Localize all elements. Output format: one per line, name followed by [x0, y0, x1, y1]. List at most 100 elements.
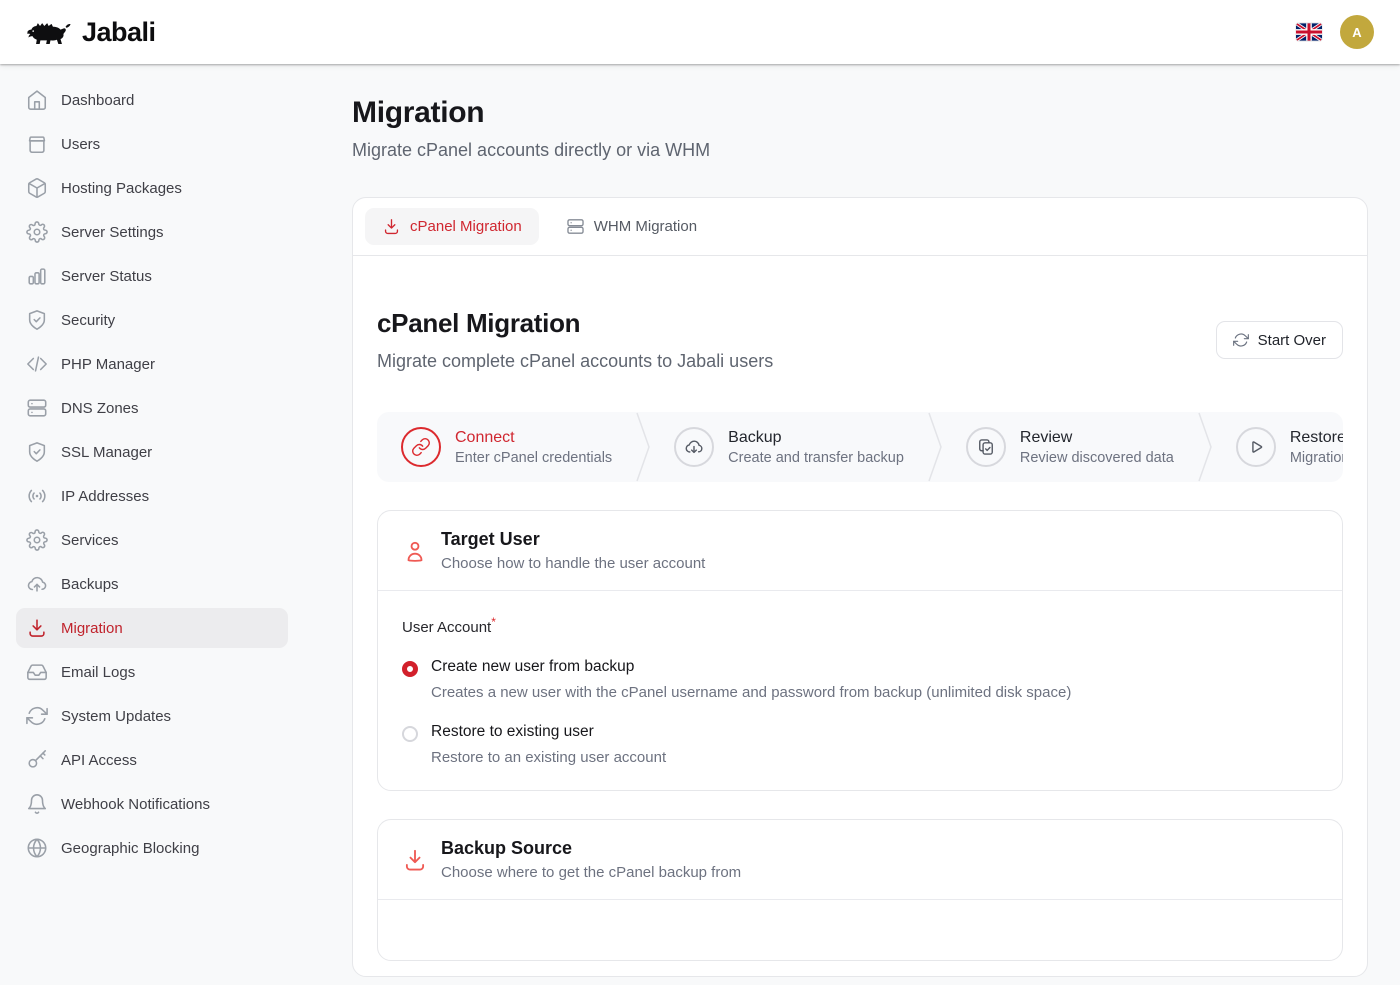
sidebar-item-label: Email Logs	[61, 664, 135, 681]
home-icon	[26, 89, 48, 111]
card-title: Target User	[441, 529, 705, 550]
gear-icon	[26, 221, 48, 243]
step-subtitle: Enter cPanel credentials	[455, 450, 612, 466]
sidebar-item-label: Security	[61, 312, 115, 329]
sidebar-item-php-manager[interactable]: PHP Manager	[16, 344, 288, 384]
package-icon	[26, 177, 48, 199]
step-title: Backup	[728, 429, 904, 447]
radio-label: Create new user from backup	[431, 658, 1071, 676]
download-icon	[382, 217, 401, 236]
tab-whm-migration[interactable]: WHM Migration	[549, 208, 714, 245]
sidebar-item-label: System Updates	[61, 708, 171, 725]
refresh-icon	[26, 705, 48, 727]
sidebar-item-system-updates[interactable]: System Updates	[16, 696, 288, 736]
bar-chart-icon	[26, 265, 48, 287]
sidebar-item-security[interactable]: Security	[16, 300, 288, 340]
card-subtitle: Choose where to get the cPanel backup fr…	[441, 864, 741, 881]
page-title: Migration	[352, 96, 1368, 130]
radio-waves-icon	[26, 485, 48, 507]
sidebar-item-hosting-packages[interactable]: Hosting Packages	[16, 168, 288, 208]
step-title: Restore	[1290, 429, 1343, 447]
sidebar-item-label: Server Settings	[61, 224, 164, 241]
sidebar-nav: Dashboard Users Hosting Packages Server …	[0, 64, 304, 900]
radio-button-selected[interactable]	[402, 661, 418, 677]
step-subtitle: Create and transfer backup	[728, 450, 904, 466]
sidebar-item-label: Migration	[61, 620, 123, 637]
globe-icon	[26, 837, 48, 859]
step-connect: Connect Enter cPanel credentials	[377, 412, 636, 482]
sidebar-item-label: Geographic Blocking	[61, 840, 199, 857]
start-over-button[interactable]: Start Over	[1216, 321, 1343, 359]
bell-icon	[26, 793, 48, 815]
start-over-label: Start Over	[1258, 332, 1326, 349]
play-icon	[1246, 437, 1266, 457]
cloud-download-icon	[684, 437, 704, 457]
sidebar-item-dns-zones[interactable]: DNS Zones	[16, 388, 288, 428]
sidebar-item-label: IP Addresses	[61, 488, 149, 505]
download-icon	[26, 617, 48, 639]
shield-check-icon	[26, 309, 48, 331]
backup-source-card: Backup Source Choose where to get the cP…	[377, 819, 1343, 961]
brand-name: Jabali	[82, 17, 156, 48]
radio-restore-existing-user[interactable]: Restore to existing user Restore to an e…	[402, 723, 1318, 766]
boar-logo-icon	[26, 17, 72, 48]
sidebar-item-email-logs[interactable]: Email Logs	[16, 652, 288, 692]
step-circle	[401, 427, 441, 467]
sidebar-item-label: DNS Zones	[61, 400, 139, 417]
link-icon	[411, 437, 431, 457]
step-title: Review	[1020, 429, 1174, 447]
sidebar-item-label: API Access	[61, 752, 137, 769]
sidebar-item-dashboard[interactable]: Dashboard	[16, 80, 288, 120]
sidebar-item-label: Hosting Packages	[61, 180, 182, 197]
step-backup: Backup Create and transfer backup	[650, 412, 928, 482]
card-title: Backup Source	[441, 838, 741, 859]
sidebar-item-label: SSL Manager	[61, 444, 152, 461]
page-subtitle: Migrate cPanel accounts directly or via …	[352, 140, 1368, 161]
migration-stepper: Connect Enter cPanel credentials Backup …	[377, 412, 1343, 482]
radio-button-unselected[interactable]	[402, 726, 418, 742]
archive-box-icon	[26, 133, 48, 155]
card-subtitle: Choose how to handle the user account	[441, 555, 705, 572]
language-flag-icon[interactable]	[1296, 23, 1322, 41]
sidebar-item-geographic-blocking[interactable]: Geographic Blocking	[16, 828, 288, 868]
radio-create-new-user[interactable]: Create new user from backup Creates a ne…	[402, 658, 1318, 701]
user-account-field-label: User Account*	[402, 615, 1318, 636]
sidebar-item-label: Dashboard	[61, 92, 134, 109]
sidebar-item-server-status[interactable]: Server Status	[16, 256, 288, 296]
person-icon	[402, 538, 428, 564]
panel-title: cPanel Migration	[377, 308, 773, 339]
top-navbar: Jabali A	[0, 0, 1400, 64]
sidebar-item-api-access[interactable]: API Access	[16, 740, 288, 780]
step-review: Review Review discovered data	[942, 412, 1198, 482]
migration-tab-card: cPanel Migration WHM Migration cPanel Mi…	[352, 197, 1368, 977]
server-stack-icon	[26, 397, 48, 419]
brand-logo[interactable]: Jabali	[26, 17, 156, 48]
sidebar-item-users[interactable]: Users	[16, 124, 288, 164]
main-content: Migration Migrate cPanel accounts direct…	[352, 64, 1368, 977]
sidebar-item-webhook-notifications[interactable]: Webhook Notifications	[16, 784, 288, 824]
tab-label: WHM Migration	[594, 218, 697, 235]
user-avatar[interactable]: A	[1340, 15, 1374, 49]
radio-description: Restore to an existing user account	[431, 749, 666, 766]
sidebar-item-services[interactable]: Services	[16, 520, 288, 560]
required-asterisk: *	[491, 615, 496, 629]
step-title: Connect	[455, 429, 612, 447]
panel-subtitle: Migrate complete cPanel accounts to Jaba…	[377, 351, 773, 372]
tab-cpanel-migration[interactable]: cPanel Migration	[365, 208, 539, 245]
sidebar-item-migration[interactable]: Migration	[16, 608, 288, 648]
sidebar-item-backups[interactable]: Backups	[16, 564, 288, 604]
sidebar-item-ssl-manager[interactable]: SSL Manager	[16, 432, 288, 472]
sidebar-item-server-settings[interactable]: Server Settings	[16, 212, 288, 252]
key-icon	[26, 749, 48, 771]
sidebar-item-ip-addresses[interactable]: IP Addresses	[16, 476, 288, 516]
radio-description: Creates a new user with the cPanel usern…	[431, 684, 1071, 701]
step-chevron-divider	[928, 412, 942, 482]
sidebar-item-label: Webhook Notifications	[61, 796, 210, 813]
download-icon	[402, 847, 428, 873]
sidebar-item-label: PHP Manager	[61, 356, 155, 373]
step-chevron-divider	[636, 412, 650, 482]
step-restore: Restore Migration	[1212, 412, 1343, 482]
refresh-icon	[1233, 332, 1249, 348]
cpanel-migration-panel: cPanel Migration Migrate complete cPanel…	[353, 256, 1367, 985]
step-subtitle: Review discovered data	[1020, 450, 1174, 466]
